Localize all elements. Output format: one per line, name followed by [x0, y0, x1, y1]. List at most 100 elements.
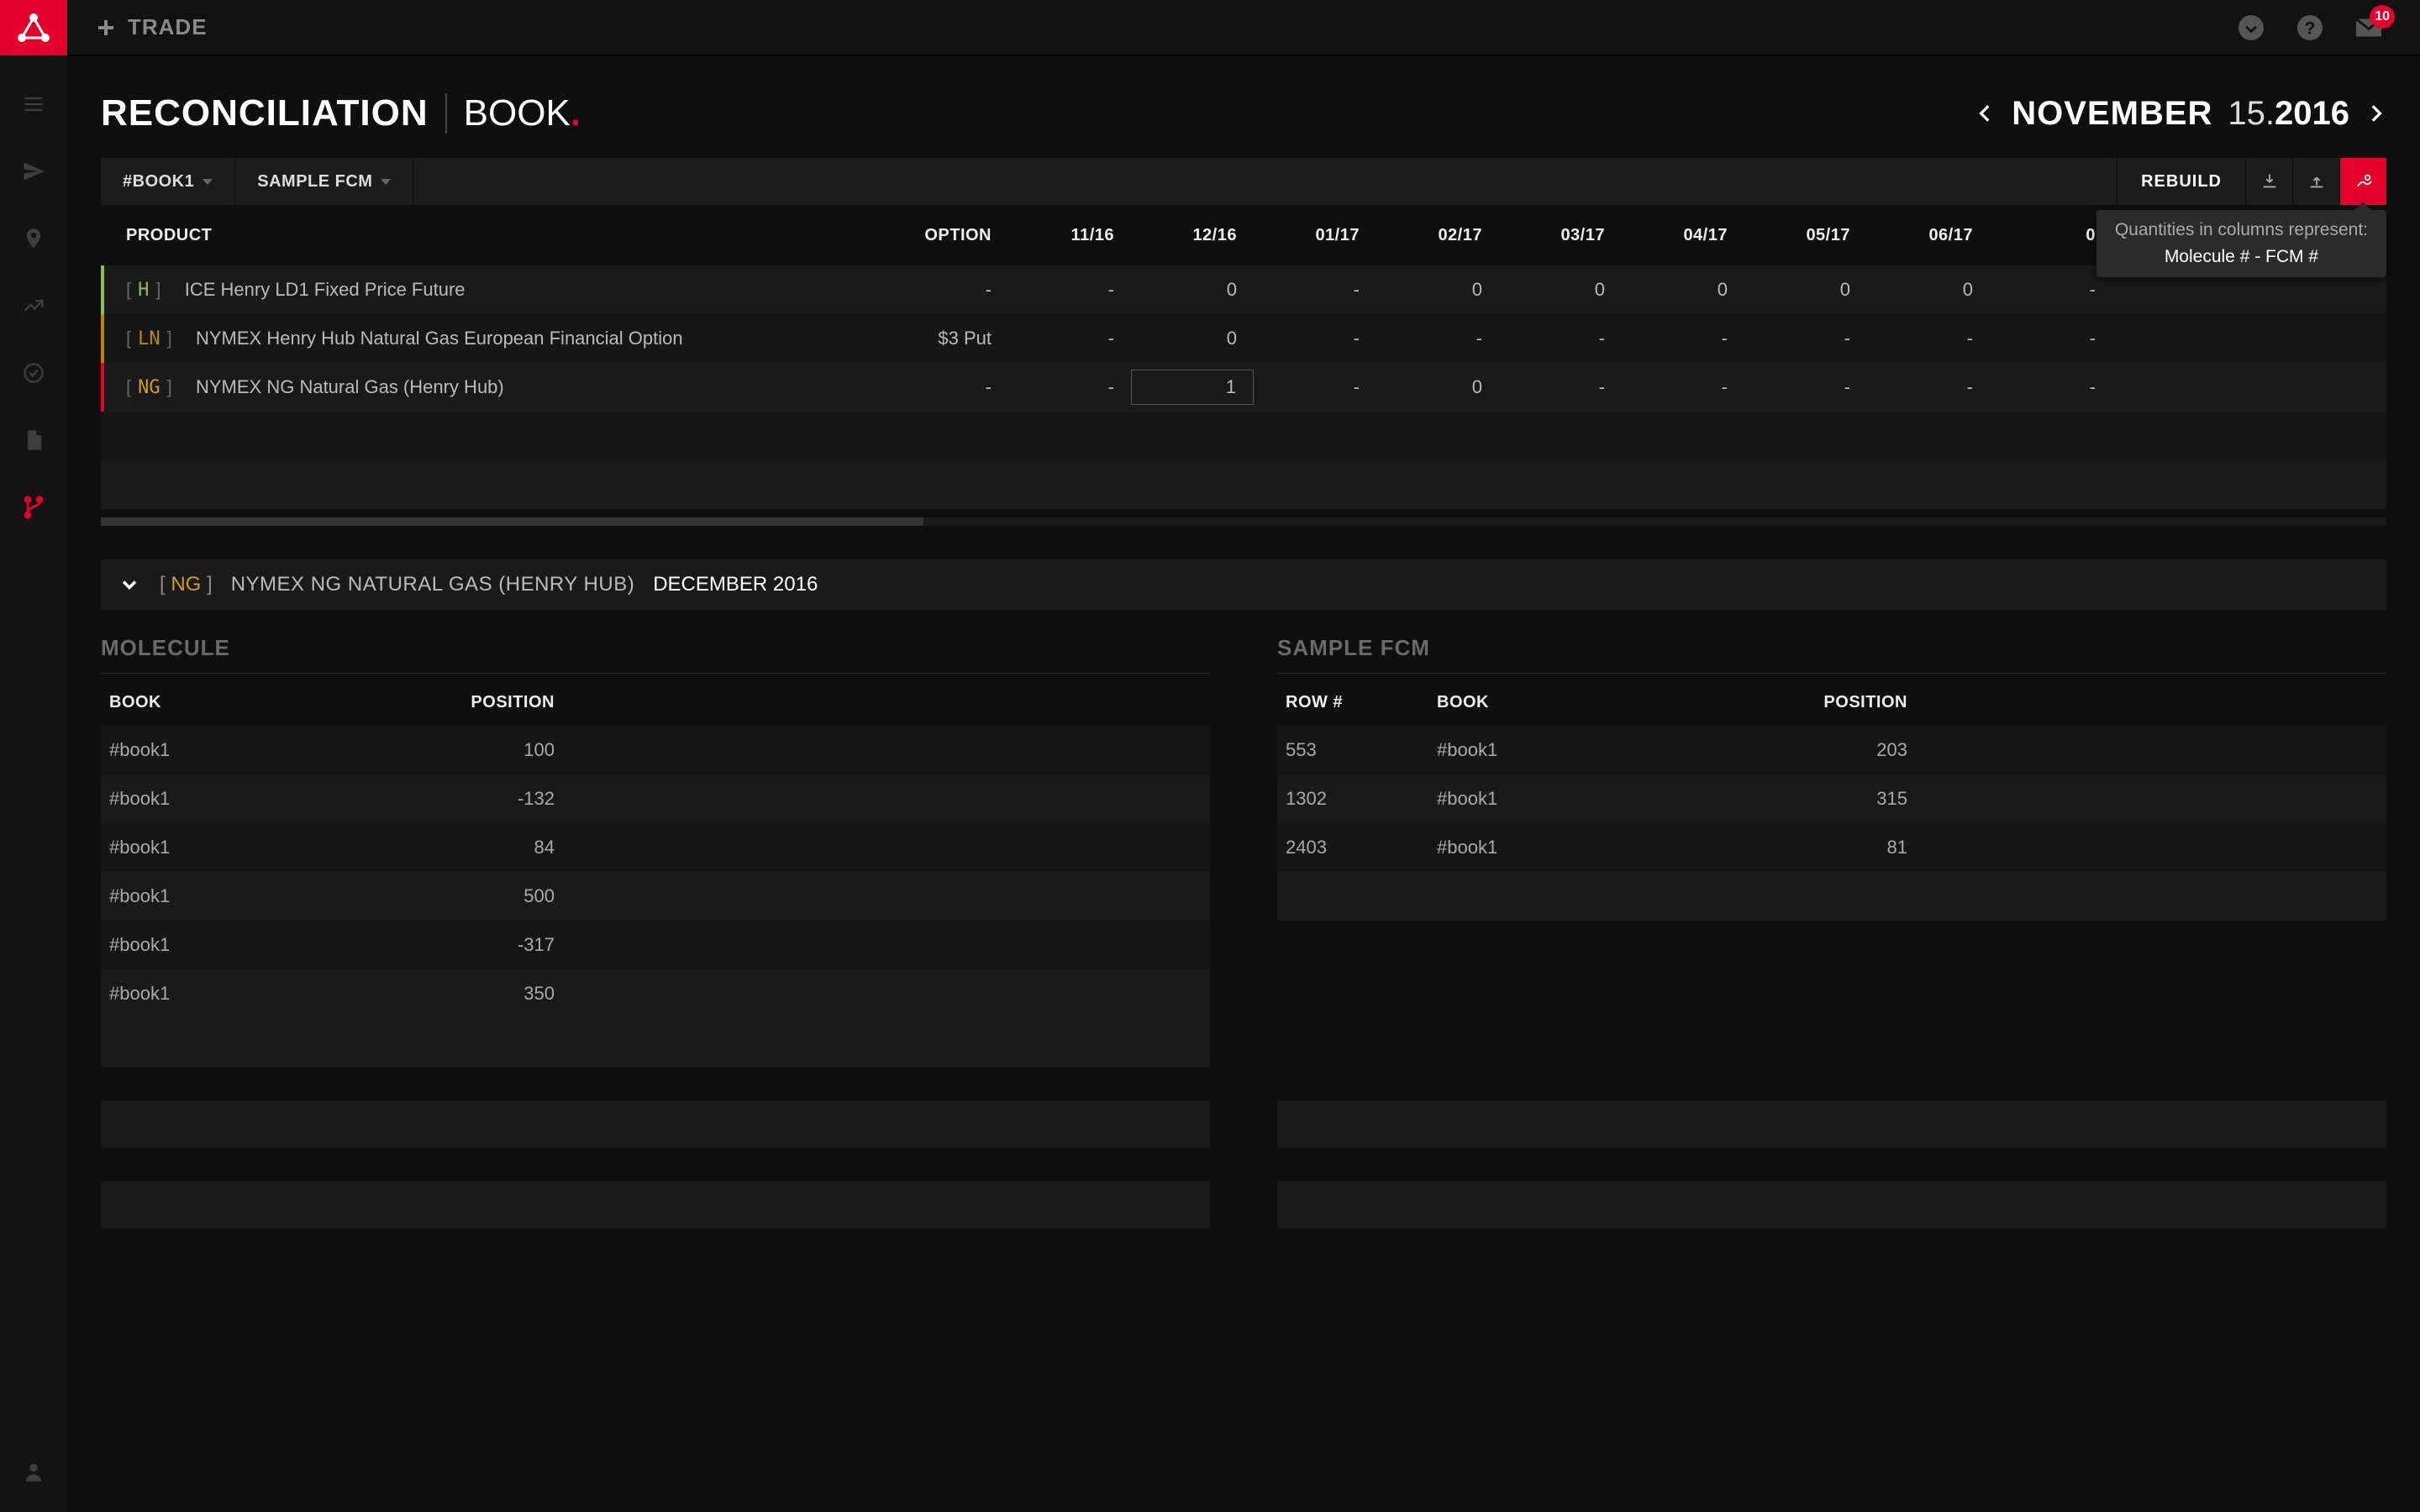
user-icon[interactable]	[18, 1457, 49, 1487]
value-cell: -	[1008, 376, 1131, 398]
empty-row	[101, 460, 2386, 509]
value-cell: -	[1744, 376, 1867, 398]
fcm-header-row: ROW #	[1277, 693, 1437, 712]
empty-row	[101, 1018, 1210, 1067]
header-month: 06/17	[1867, 226, 1990, 245]
branch-icon[interactable]	[18, 492, 49, 522]
molecule-row[interactable]: #book1-132	[101, 774, 1210, 823]
chevron-down-icon[interactable]	[118, 573, 141, 596]
molecule-header-position: POSITION	[420, 693, 555, 712]
header-product: PRODUCT	[101, 226, 857, 245]
topbar: TRADE ? 10	[67, 0, 2420, 55]
chevron-right-icon[interactable]	[2365, 102, 2386, 124]
fcm-row[interactable]: 2403#book181	[1277, 823, 2386, 872]
settings-tooltip: Quantities in columns represent: Molecul…	[2096, 210, 2386, 277]
rebuild-button[interactable]: REBUILD	[2117, 158, 2245, 205]
page-title: RECONCILIATION	[101, 92, 429, 134]
header-option: OPTION	[857, 226, 1008, 245]
value-cell: 0	[1744, 279, 1867, 301]
date-selector[interactable]: NOVEMBER 15.2016	[1975, 95, 2386, 133]
menu-icon[interactable]	[18, 89, 49, 119]
empty-row	[101, 1181, 1210, 1228]
title-dot: .	[571, 92, 581, 134]
download-button[interactable]	[2245, 158, 2292, 205]
molecule-panel: MOLECULE BOOK POSITION #book1100#book1-1…	[101, 635, 1210, 1067]
notification-badge: 10	[2370, 5, 2395, 29]
grid-row[interactable]: [ LN ] NYMEX Henry Hub Natural Gas Europ…	[101, 314, 2386, 363]
product-cell: [ LN ] NYMEX Henry Hub Natural Gas Europ…	[126, 328, 857, 349]
value-cell: -	[1867, 328, 1990, 349]
value-cell: -	[1254, 328, 1376, 349]
check-circle-icon[interactable]	[18, 358, 49, 388]
option-cell: $3 Put	[857, 328, 1008, 349]
value-cell: -	[1254, 376, 1376, 398]
header-month: 04/17	[1622, 226, 1744, 245]
title-row: RECONCILIATION BOOK. NOVEMBER 15.2016	[67, 55, 2420, 158]
fcm-filter[interactable]: SAMPLE FCM	[235, 158, 413, 205]
app-logo[interactable]	[0, 0, 67, 55]
product-cell: [ H ] ICE Henry LD1 Fixed Price Future	[126, 279, 857, 301]
chart-icon[interactable]	[18, 291, 49, 321]
help-icon[interactable]: ?	[2292, 10, 2328, 45]
empty-row	[1277, 1181, 2386, 1228]
molecule-row[interactable]: #book184	[101, 823, 1210, 872]
value-cell: -	[1867, 376, 1990, 398]
date-month: NOVEMBER	[2012, 95, 2212, 133]
tooltip-line1: Quantities in columns represent:	[2115, 220, 2368, 240]
value-cell: 0	[1376, 279, 1499, 301]
value-cell: 0	[1131, 279, 1254, 301]
grid-header: PRODUCT OPTION 11/1612/1601/1702/1703/17…	[101, 205, 2386, 265]
value-cell: -	[1376, 328, 1499, 349]
settings-button[interactable]	[2339, 158, 2386, 205]
book-filter[interactable]: #BOOK1	[101, 158, 235, 205]
date-day: 15.	[2228, 95, 2275, 132]
empty-row	[1277, 1100, 2386, 1147]
chevron-left-icon[interactable]	[1975, 102, 1996, 124]
option-cell: -	[857, 376, 1008, 398]
grid-row[interactable]: [ H ] ICE Henry LD1 Fixed Price Future--…	[101, 265, 2386, 314]
fcm-row[interactable]: 1302#book1315	[1277, 774, 2386, 823]
upload-button[interactable]	[2292, 158, 2339, 205]
location-icon[interactable]	[18, 223, 49, 254]
fcm-row[interactable]: 553#book1203	[1277, 726, 2386, 774]
value-cell: -	[1008, 279, 1131, 301]
mail-icon[interactable]: 10	[2351, 10, 2386, 45]
value-cell: 0	[1499, 279, 1622, 301]
header-month: 03/17	[1499, 226, 1622, 245]
tooltip-line2: Molecule # - FCM #	[2115, 247, 2368, 267]
value-cell[interactable]: 1	[1131, 370, 1254, 405]
empty-row	[101, 1100, 1210, 1147]
header-month: 05/17	[1744, 226, 1867, 245]
molecule-row[interactable]: #book1-317	[101, 921, 1210, 969]
value-cell: 0	[1867, 279, 1990, 301]
molecule-row[interactable]: #book1500	[101, 872, 1210, 921]
molecule-title: MOLECULE	[101, 635, 1210, 674]
date-year: 2016	[2275, 95, 2349, 132]
expanded-name: NYMEX NG NATURAL GAS (HENRY HUB)	[231, 573, 635, 596]
molecule-row[interactable]: #book1350	[101, 969, 1210, 1018]
horizontal-scrollbar[interactable]	[101, 517, 2386, 526]
value-cell: -	[1499, 376, 1622, 398]
value-cell: -	[1008, 328, 1131, 349]
molecule-header-book: BOOK	[101, 693, 420, 712]
header-month: 12/16	[1131, 226, 1254, 245]
grid-row[interactable]: [ NG ] NYMEX NG Natural Gas (Henry Hub)-…	[101, 363, 2386, 412]
document-icon[interactable]	[18, 425, 49, 455]
expanded-date: DECEMBER 2016	[653, 573, 818, 596]
chevron-circle-icon[interactable]	[2233, 10, 2269, 45]
caret-down-icon	[381, 179, 391, 185]
expanded-symbol: NG	[171, 573, 201, 596]
molecule-row[interactable]: #book1100	[101, 726, 1210, 774]
send-icon[interactable]	[18, 156, 49, 186]
value-cell: -	[1499, 328, 1622, 349]
trade-button[interactable]: TRADE	[96, 14, 208, 40]
empty-row	[1277, 872, 2386, 921]
value-cell: 0	[1376, 376, 1499, 398]
value-cell: -	[1622, 376, 1744, 398]
fcm-header-book: BOOK	[1437, 693, 1756, 712]
scrollbar-thumb[interactable]	[101, 517, 923, 526]
empty-row	[101, 412, 2386, 460]
page-subtitle: BOOK	[464, 92, 571, 134]
sidebar	[0, 0, 67, 1512]
fcm-panel: SAMPLE FCM ROW # BOOK POSITION 553#book1…	[1277, 635, 2386, 1067]
